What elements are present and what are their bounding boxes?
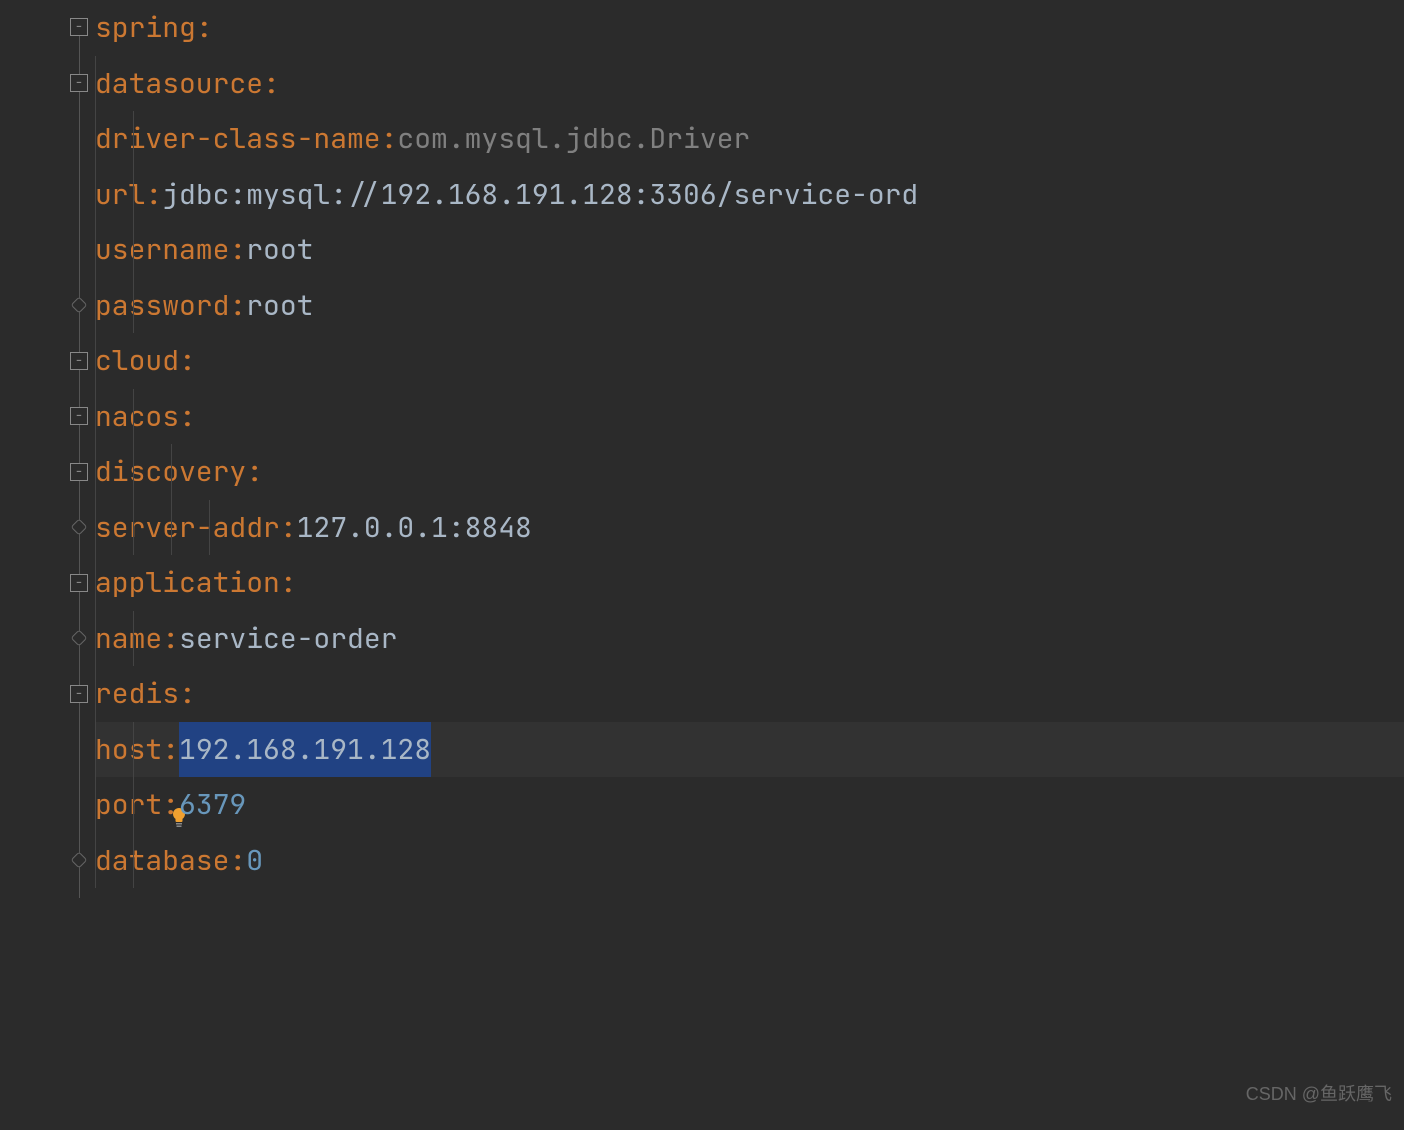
fold-icon[interactable] xyxy=(70,574,88,592)
yaml-value: com.mysql.jdbc.Driver xyxy=(397,111,750,167)
intention-bulb-icon[interactable] xyxy=(35,737,55,761)
code-line[interactable]: nacos: xyxy=(95,389,1404,445)
fold-icon[interactable] xyxy=(70,407,88,425)
code-line[interactable]: username: root xyxy=(95,222,1404,278)
yaml-key: username xyxy=(95,222,229,278)
code-line[interactable]: datasource: xyxy=(95,56,1404,112)
code-line[interactable]: port: 6379 xyxy=(95,777,1404,833)
code-line[interactable]: discovery: xyxy=(95,444,1404,500)
fold-icon[interactable] xyxy=(70,463,88,481)
yaml-value-selected: 192.168.191.128 xyxy=(179,722,431,778)
yaml-key: spring xyxy=(95,0,196,56)
fold-icon[interactable] xyxy=(70,352,88,370)
code-line[interactable]: cloud: xyxy=(95,333,1404,389)
yaml-key: name xyxy=(95,611,162,667)
yaml-key: application xyxy=(95,555,280,611)
fold-column xyxy=(70,0,90,1130)
yaml-value: 0 xyxy=(246,833,263,889)
yaml-key: server-addr xyxy=(95,500,280,556)
yaml-key: database xyxy=(95,833,229,889)
yaml-key: redis xyxy=(95,666,179,722)
yaml-key: driver-class-name xyxy=(95,111,381,167)
code-content[interactable]: spring: datasource: driver-class-name: c… xyxy=(95,0,1404,1130)
code-line[interactable]: server-addr: 127.0.0.1:8848 xyxy=(95,500,1404,556)
code-line[interactable]: url: jdbc:mysql://192.168.191.128:3306/s… xyxy=(95,167,1404,223)
code-line-active[interactable]: host: 192.168.191.128 xyxy=(95,722,1404,778)
yaml-value: 127.0.0.1:8848 xyxy=(297,500,532,556)
yaml-key: url xyxy=(95,167,145,223)
fold-icon[interactable] xyxy=(70,685,88,703)
code-line[interactable]: redis: xyxy=(95,666,1404,722)
code-line[interactable]: password: root xyxy=(95,278,1404,334)
fold-leaf-icon[interactable] xyxy=(71,519,88,536)
fold-leaf-icon[interactable] xyxy=(71,630,88,647)
fold-icon[interactable] xyxy=(70,74,88,92)
watermark-text: CSDN @鱼跃鹰飞 xyxy=(1246,1067,1392,1123)
yaml-key: nacos xyxy=(95,389,179,445)
yaml-value: jdbc:mysql://192.168.191.128:3306/servic… xyxy=(162,167,918,223)
code-line[interactable]: driver-class-name: com.mysql.jdbc.Driver xyxy=(95,111,1404,167)
yaml-value: service-order xyxy=(179,611,397,667)
yaml-value: root xyxy=(246,222,313,278)
yaml-value: 6379 xyxy=(179,777,246,833)
code-line[interactable]: spring: xyxy=(95,0,1404,56)
yaml-key: cloud xyxy=(95,333,179,389)
yaml-value: root xyxy=(246,278,313,334)
fold-icon[interactable] xyxy=(70,18,88,36)
yaml-editor: spring: datasource: driver-class-name: c… xyxy=(0,0,1404,1130)
fold-leaf-icon[interactable] xyxy=(71,297,88,314)
code-line[interactable]: database: 0 xyxy=(95,833,1404,889)
editor-gutter xyxy=(0,0,95,1130)
yaml-key: host xyxy=(95,722,162,778)
yaml-key: datasource xyxy=(95,56,263,112)
yaml-key: port xyxy=(95,777,162,833)
code-line[interactable]: name: service-order xyxy=(95,611,1404,667)
yaml-key: password xyxy=(95,278,229,334)
code-line[interactable]: application: xyxy=(95,555,1404,611)
